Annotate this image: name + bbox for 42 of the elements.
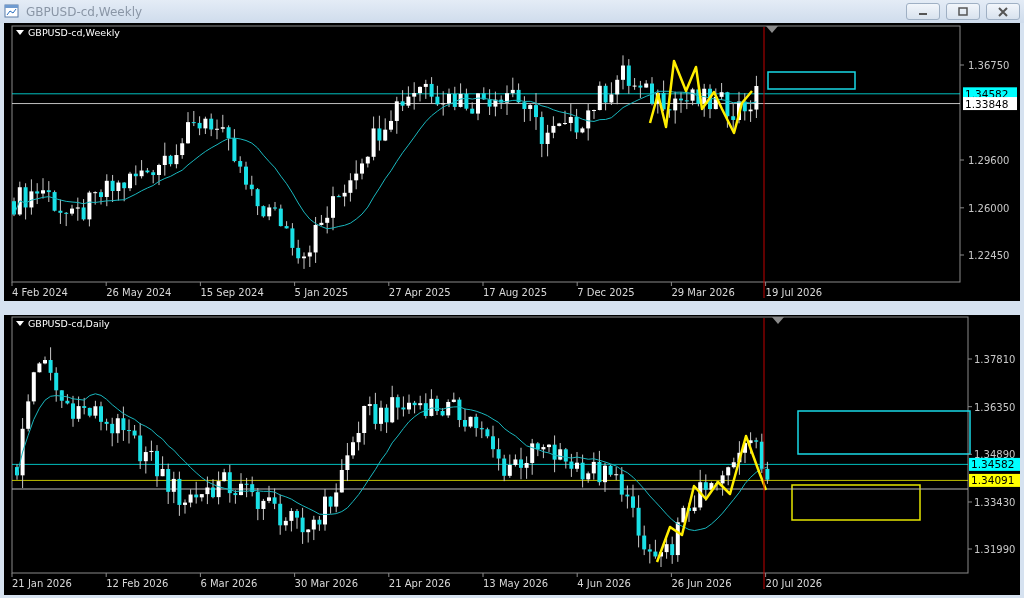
maximize-icon [958,7,968,16]
price-axis-label: 1.22450 [968,250,1010,261]
price-axis-label: 1.36750 [968,60,1010,71]
date-axis-label: 27 Apr 2025 [388,287,451,298]
date-axis-label: 26 Jun 2026 [671,578,732,589]
shift-marker-icon[interactable] [766,26,778,33]
date-axis-label: 12 Feb 2026 [106,578,169,589]
chart-window-icon [4,4,20,19]
date-axis-label: 29 Mar 2026 [671,287,735,298]
chart-title: GBPUSD-cd,Daily [28,318,110,329]
date-axis-label: 19 Jul 2026 [765,287,823,298]
date-axis-label: 21 Jan 2026 [12,578,72,589]
date-axis-label: 4 Feb 2024 [12,287,68,298]
date-axis-label: 5 Jan 2025 [294,287,349,298]
price-axis-label: 1.36350 [974,401,1016,413]
price-axis-label: 1.26000 [968,202,1010,214]
date-axis-label: 17 Aug 2025 [483,287,548,298]
price-axis-label: 1.31990 [974,544,1016,555]
date-axis-label: 21 Apr 2026 [388,578,451,589]
price-tag: 1.34091 [969,473,1020,487]
date-axis-label: 13 May 2026 [483,578,549,589]
window-title: GBPUSD-cd,Weekly [26,4,144,19]
date-axis-label: 15 Sep 2024 [200,287,264,298]
price-axis-label: 1.37810 [974,354,1016,365]
minimize-button[interactable] [906,3,940,20]
date-axis-label: 30 Mar 2026 [294,578,358,589]
date-axis-label: 4 Jun 2026 [577,578,631,589]
close-icon [998,6,1008,17]
price-axis-label: 1.29600 [968,155,1010,166]
chart-title: GBPUSD-cd,Weekly [28,27,120,38]
date-axis-label: 6 Mar 2026 [200,578,258,589]
date-axis-label: 20 Jul 2026 [765,578,823,589]
dropdown-triangle-icon[interactable] [16,30,24,35]
close-button[interactable] [986,3,1020,20]
price-tag: 1.33848 [963,97,1017,111]
price-tag: 1.34582 [969,457,1020,471]
maximize-button[interactable] [946,3,980,20]
price-axis-label: 1.33430 [974,497,1016,508]
date-axis-label: 26 May 2024 [106,287,172,298]
shift-marker-icon[interactable] [772,317,784,324]
date-axis-label: 7 Dec 2025 [577,287,635,298]
dropdown-triangle-icon[interactable] [16,321,24,326]
